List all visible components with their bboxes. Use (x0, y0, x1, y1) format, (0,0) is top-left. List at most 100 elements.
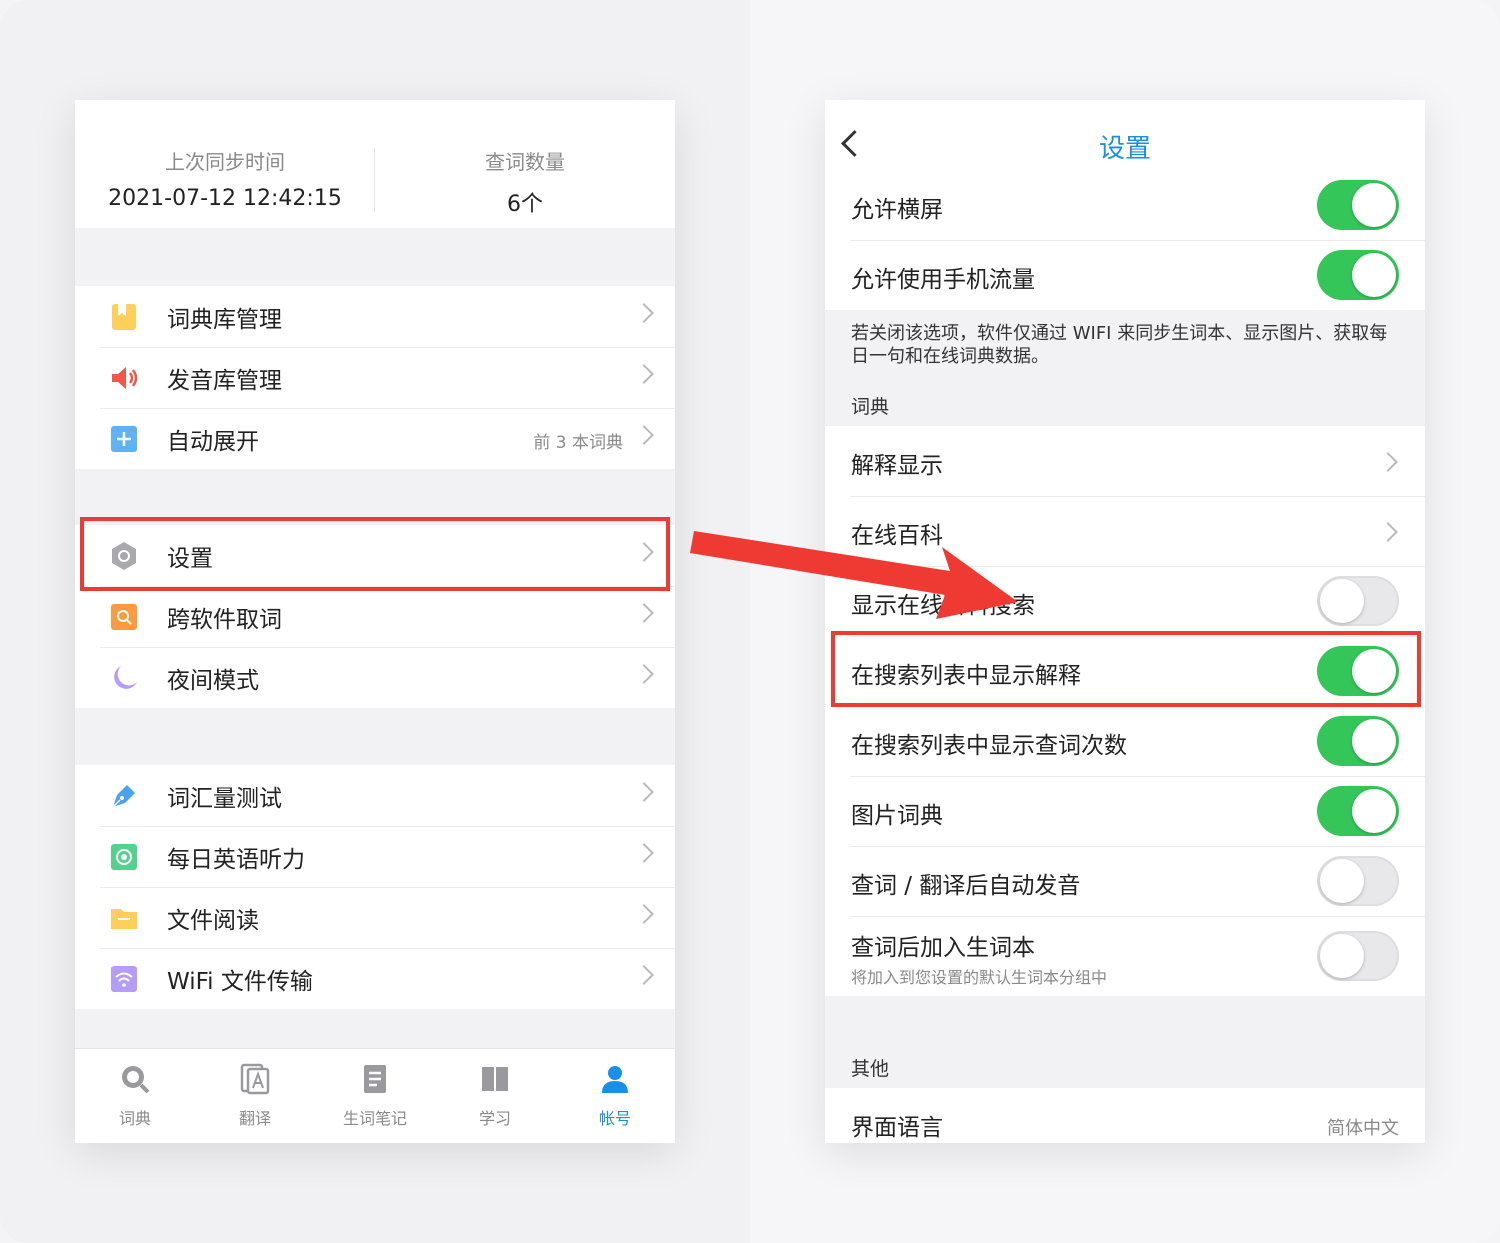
allow-cellular-toggle[interactable] (1317, 250, 1399, 300)
setting-label: 显示在线百科搜索 (851, 593, 1035, 619)
toggle-knob (1352, 183, 1396, 227)
folder-icon (111, 909, 137, 929)
menu-item-pronunciation-library[interactable]: 发音库管理 (75, 347, 675, 408)
menu-item-file-reading[interactable]: 文件阅读 (75, 887, 675, 948)
chevron-right-icon (634, 664, 654, 684)
translate-icon (240, 1063, 270, 1095)
setting-add-to-wordbook: 查词后加入生词本 将加入到您设置的默认生词本分组中 (825, 916, 1425, 996)
speaker-icon (112, 367, 138, 389)
toggle-knob (1320, 934, 1364, 978)
lookup-count-block: 查词数量 6个 (375, 100, 675, 228)
dictionary-settings-group: 解释显示 在线百科 显示在线百科搜索 在搜索列表中显示解释 在搜索列表中显示查词… (825, 426, 1425, 996)
toggle-knob (1352, 253, 1396, 297)
menu-item-wifi-transfer[interactable]: WiFi 文件传输 (75, 948, 675, 1009)
chevron-right-icon (634, 782, 654, 802)
show-encyclopedia-search-toggle[interactable] (1317, 576, 1399, 626)
menu-item-vocab-test[interactable]: 词汇量测试 (75, 765, 675, 826)
cellular-note: 若关闭该选项，软件仅通过 WIFI 来同步生词本、显示图片、获取每日一句和在线词… (851, 323, 1388, 367)
setting-label: 界面语言 (851, 1115, 943, 1141)
add-to-wordbook-toggle[interactable] (1317, 931, 1399, 981)
book-icon (482, 1067, 508, 1093)
moon-icon (114, 666, 137, 689)
chevron-right-icon (634, 603, 654, 623)
setting-label: 查词 / 翻译后自动发音 (851, 873, 1081, 899)
chevron-right-icon (634, 364, 654, 384)
menu-item-label: 跨软件取词 (167, 607, 282, 633)
pen-icon (112, 785, 135, 808)
chevron-right-icon (1378, 452, 1398, 472)
chevron-right-icon (634, 965, 654, 985)
menu-item-label: 夜间模式 (167, 668, 259, 694)
setting-interface-language[interactable]: 界面语言 简体中文 (825, 1088, 1425, 1143)
bottom-tab-bar: 词典 翻译 生词笔记 学习 帐号 (75, 1048, 675, 1143)
tab-vocab-notes[interactable]: 生词笔记 (315, 1049, 435, 1143)
settings-screen: 设置 允许横屏 允许使用手机流量 若关闭该选项，软件仅通过 WIFI 来同步生词… (825, 100, 1425, 1143)
setting-label: 允许使用手机流量 (851, 267, 1035, 293)
chevron-right-icon (634, 843, 654, 863)
tab-label: 生词笔记 (342, 1109, 407, 1128)
menu-item-cross-app-lookup[interactable]: 跨软件取词 (75, 586, 675, 647)
tab-label: 学习 (478, 1109, 511, 1128)
chevron-right-icon (634, 904, 654, 924)
setting-definition-display[interactable]: 解释显示 (825, 426, 1425, 496)
menu-item-daily-listening[interactable]: 每日英语听力 (75, 826, 675, 887)
setting-online-encyclopedia[interactable]: 在线百科 (825, 496, 1425, 566)
menu-group-tools: 词汇量测试 每日英语听力 文件阅读 WiFi 文件传输 (75, 765, 675, 1009)
magnifier-icon (122, 1066, 150, 1094)
menu-item-dict-library[interactable]: 词典库管理 (75, 286, 675, 347)
tab-dictionary[interactable]: 词典 (75, 1049, 195, 1143)
setting-label: 允许横屏 (851, 197, 943, 223)
tab-learn[interactable]: 学习 (435, 1049, 555, 1143)
other-settings-group: 界面语言 简体中文 (825, 1088, 1425, 1143)
setting-label: 图片词典 (851, 803, 943, 829)
setting-label: 解释显示 (851, 453, 943, 479)
setting-label: 在线百科 (851, 523, 943, 549)
show-lookup-count-toggle[interactable] (1317, 716, 1399, 766)
menu-item-label: 词典库管理 (167, 307, 282, 333)
picture-dictionary-toggle[interactable] (1317, 786, 1399, 836)
tab-label: 翻译 (238, 1109, 271, 1128)
setting-label: 在搜索列表中显示查词次数 (851, 733, 1127, 759)
menu-item-label: 每日英语听力 (167, 847, 305, 873)
chevron-right-icon (634, 425, 654, 445)
last-sync-value: 2021-07-12 12:42:15 (108, 186, 342, 211)
last-sync-block: 上次同步时间 2021-07-12 12:42:15 (75, 100, 375, 228)
highlight-show-definition-row (831, 631, 1421, 707)
menu-group-library: 词典库管理 发音库管理 自动展开 前 3 本词典 (75, 286, 675, 469)
search-icon (111, 604, 137, 630)
general-toggles-group: 允许横屏 允许使用手机流量 (825, 170, 1425, 310)
account-screen: 上次同步时间 2021-07-12 12:42:15 查词数量 6个 词典库管理… (75, 100, 675, 1143)
allow-landscape-toggle[interactable] (1317, 180, 1399, 230)
toggle-knob (1352, 719, 1396, 763)
auto-expand-value: 前 3 本词典 (533, 433, 623, 453)
menu-item-label: 词汇量测试 (167, 786, 282, 812)
toggle-knob (1352, 789, 1396, 833)
auto-pronounce-toggle[interactable] (1317, 856, 1399, 906)
highlight-settings-item (80, 517, 670, 591)
sync-summary-card: 上次同步时间 2021-07-12 12:42:15 查词数量 6个 (75, 100, 675, 228)
play-icon (111, 844, 137, 870)
chevron-right-icon (634, 303, 654, 323)
last-sync-label: 上次同步时间 (165, 150, 285, 174)
plus-icon (111, 426, 137, 452)
section-title-other: 其他 (851, 1058, 890, 1080)
setting-show-lookup-count-in-search-list: 在搜索列表中显示查词次数 (825, 706, 1425, 776)
menu-item-auto-expand[interactable]: 自动展开 前 3 本词典 (75, 408, 675, 469)
interface-language-value: 简体中文 (1327, 1118, 1399, 1139)
setting-show-online-encyclopedia-search: 显示在线百科搜索 (825, 566, 1425, 636)
tab-account[interactable]: 帐号 (555, 1049, 675, 1143)
tab-translate[interactable]: 翻译 (195, 1049, 315, 1143)
setting-hint: 将加入到您设置的默认生词本分组中 (851, 968, 1108, 987)
toggle-knob (1320, 859, 1364, 903)
setting-auto-pronounce: 查词 / 翻译后自动发音 (825, 846, 1425, 916)
wifi-icon (111, 966, 137, 992)
toggle-knob (1320, 579, 1364, 623)
setting-label: 查词后加入生词本 (851, 935, 1035, 961)
section-title-dictionary: 词典 (851, 396, 890, 418)
setting-allow-cellular: 允许使用手机流量 (825, 240, 1425, 310)
lookup-count-label: 查词数量 (485, 150, 565, 174)
bookmark-icon (112, 304, 136, 330)
menu-item-night-mode[interactable]: 夜间模式 (75, 647, 675, 708)
setting-picture-dictionary: 图片词典 (825, 776, 1425, 846)
menu-item-label: 自动展开 (167, 429, 259, 455)
